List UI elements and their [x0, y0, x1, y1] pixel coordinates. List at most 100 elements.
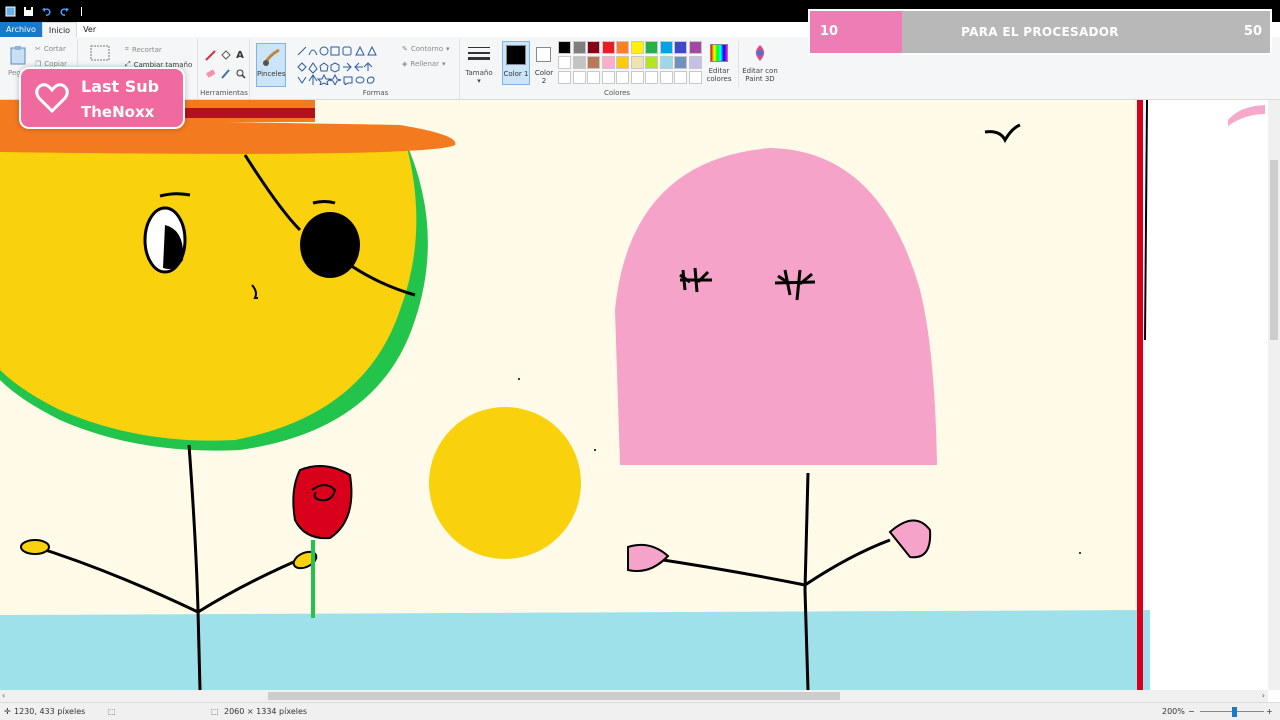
outline-label: Contorno: [410, 45, 443, 53]
chevron-down-icon: ▾: [442, 60, 446, 68]
color-swatch[interactable]: [587, 56, 600, 69]
color-swatch[interactable]: [688, 41, 702, 54]
color-swatch[interactable]: [630, 56, 644, 69]
color-swatch[interactable]: [688, 71, 702, 84]
image-size-icon: ⬚: [211, 707, 219, 716]
color-swatch[interactable]: [558, 71, 571, 84]
color-swatch[interactable]: [558, 56, 571, 69]
eraser-icon[interactable]: [204, 67, 216, 79]
scroll-left-icon[interactable]: ‹: [2, 691, 5, 700]
zoom-out-icon[interactable]: −: [1188, 707, 1195, 716]
scroll-right-icon[interactable]: ›: [1262, 691, 1265, 700]
tab-ver[interactable]: Ver: [77, 22, 102, 37]
color-swatch[interactable]: [616, 71, 629, 84]
undo-icon[interactable]: [40, 5, 52, 17]
color-swatch[interactable]: [572, 41, 586, 54]
color-swatch[interactable]: [572, 71, 586, 84]
goal-bar: 10 PARA EL PROCESADOR 50: [810, 11, 1270, 53]
scissors-icon: ✂: [35, 45, 41, 53]
color-swatch[interactable]: [601, 41, 615, 54]
color-swatch[interactable]: [645, 71, 658, 84]
line-size-icon[interactable]: [468, 45, 490, 65]
tools-group-label: Herramientas: [200, 89, 248, 97]
color-swatch[interactable]: [659, 71, 673, 84]
heart-icon: [35, 83, 69, 114]
pencil-icon[interactable]: [204, 49, 216, 61]
zoom-level: 200%: [1162, 707, 1185, 716]
brushes-button[interactable]: Pinceles: [256, 43, 286, 87]
color-swatch[interactable]: [558, 41, 571, 54]
goal-label: PARA EL PROCESADOR: [961, 25, 1119, 39]
vertical-scroll-thumb[interactable]: [1270, 160, 1278, 340]
paint3d-button[interactable]: Editar con Paint 3D: [738, 41, 780, 87]
outline-icon: ✎: [402, 45, 408, 53]
tab-archivo[interactable]: Archivo: [0, 22, 42, 37]
color-swatch[interactable]: [674, 41, 687, 54]
paint-app-icon[interactable]: [4, 5, 16, 17]
vertical-scrollbar[interactable]: [1268, 100, 1280, 690]
paste-icon[interactable]: [8, 45, 28, 65]
tab-inicio[interactable]: Inicio: [41, 22, 78, 37]
drawing-canvas[interactable]: [0, 99, 1280, 691]
save-icon[interactable]: [22, 5, 34, 17]
select-icon[interactable]: [90, 45, 110, 63]
status-bar: ✛ 1230, 433 píxeles ⬚ ⬚ 2060 × 1334 píxe…: [0, 702, 1280, 720]
color-swatch[interactable]: [630, 41, 644, 54]
text-tool-icon[interactable]: A: [234, 49, 246, 61]
color-swatch[interactable]: [659, 41, 673, 54]
image-size: 2060 × 1334 píxeles: [224, 707, 308, 716]
fill-icon: ◈: [402, 60, 408, 68]
chevron-down-icon: ▾: [445, 45, 450, 53]
color-swatch[interactable]: [659, 56, 673, 69]
horizontal-scroll-thumb[interactable]: [268, 692, 840, 700]
color-swatch[interactable]: [587, 41, 600, 54]
zoom-in-icon[interactable]: +: [1266, 707, 1273, 716]
color2-label: Color 2: [534, 69, 554, 85]
size-group: Tamaño ▾: [462, 39, 498, 99]
color-palette: [558, 41, 706, 87]
color-swatch[interactable]: [674, 71, 687, 84]
color-swatch[interactable]: [645, 56, 658, 69]
horizontal-scrollbar[interactable]: ‹ ›: [0, 690, 1268, 702]
shapes-group-label: Formas: [362, 89, 389, 97]
color-picker-icon[interactable]: [219, 67, 231, 79]
color-swatch[interactable]: [630, 71, 644, 84]
red-border-line: [1137, 100, 1143, 690]
shapes-gallery[interactable]: [296, 45, 396, 87]
color1-button[interactable]: Color 1: [502, 41, 530, 85]
edit-colors-button[interactable]: Editar colores: [704, 41, 734, 87]
color-swatch[interactable]: [645, 41, 658, 54]
customize-toolbar-icon[interactable]: [76, 5, 88, 17]
crop-icon: ⌗: [125, 45, 129, 53]
color-swatch[interactable]: [601, 56, 615, 69]
fill-bucket-icon[interactable]: [219, 49, 231, 61]
color-swatch[interactable]: [572, 56, 586, 69]
color-swatch[interactable]: [616, 56, 629, 69]
paint3d-label: Editar con Paint 3D: [742, 67, 778, 83]
color1-swatch: [506, 45, 526, 65]
selection-size-icon: ⬚: [108, 707, 116, 716]
edit-colors-label: Editar colores: [706, 67, 732, 83]
color-swatch[interactable]: [587, 71, 600, 84]
water: [0, 610, 1150, 690]
color-wheel-icon: [710, 44, 728, 62]
cursor-position-icon: ✛: [4, 707, 11, 716]
color-swatch[interactable]: [601, 71, 615, 84]
redo-icon[interactable]: [58, 5, 70, 17]
dot: [1079, 552, 1081, 554]
crop-button[interactable]: ⌗ Recortar: [125, 45, 162, 54]
cut-button[interactable]: ✂ Cortar: [35, 45, 66, 53]
fill-button[interactable]: ◈ Rellenar ▾: [402, 60, 446, 68]
dot: [594, 449, 596, 451]
color-swatch[interactable]: [674, 56, 687, 69]
color-swatch[interactable]: [616, 41, 629, 54]
color-swatch[interactable]: [688, 56, 702, 69]
color2-button[interactable]: Color 2: [532, 41, 556, 85]
sun-eyepatch: [300, 212, 360, 278]
brushes-group: Pinceles: [252, 39, 290, 99]
zoom-slider-thumb[interactable]: [1232, 707, 1237, 717]
outline-button[interactable]: ✎ Contorno ▾: [402, 45, 450, 53]
paint3d-icon: [752, 44, 768, 64]
canvas-area[interactable]: [0, 99, 1280, 691]
magnifier-icon[interactable]: [234, 67, 246, 79]
